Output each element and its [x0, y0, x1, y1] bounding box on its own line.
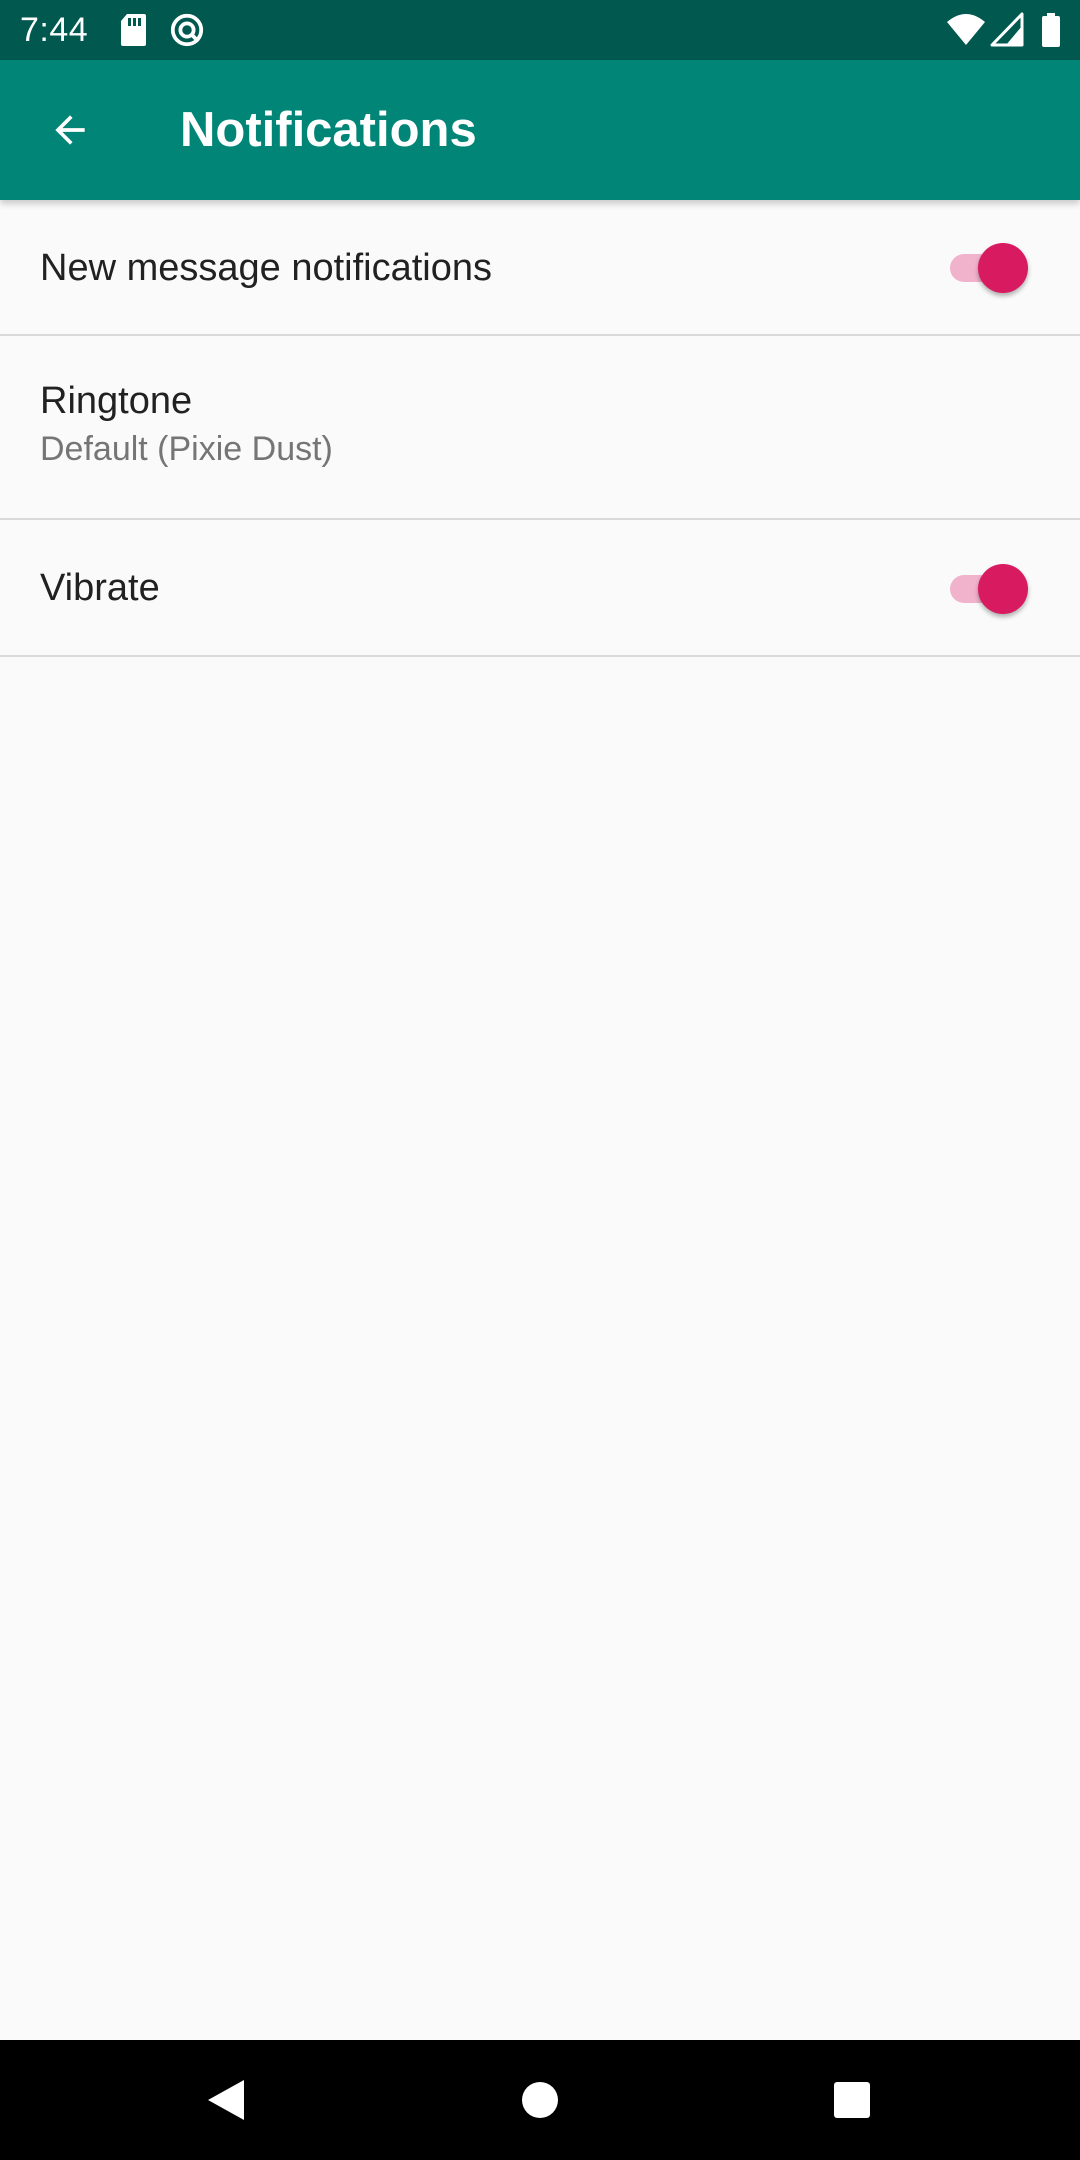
navigation-bar — [0, 2040, 1080, 2160]
wifi-icon — [947, 14, 985, 45]
pref-vibrate[interactable]: Vibrate — [0, 520, 1080, 657]
back-button[interactable] — [30, 90, 110, 170]
page-title: Notifications — [180, 103, 477, 157]
nav-recents-button[interactable] — [822, 2070, 882, 2130]
signal-icon — [990, 12, 1024, 47]
status-time: 7:44 — [20, 11, 89, 49]
pref-new-message-notifications[interactable]: New message notifications — [0, 200, 1080, 336]
new-message-notifications-switch[interactable] — [948, 240, 1032, 296]
settings-list: New message notifications Ringtone Defau… — [0, 200, 1080, 657]
arrow-back-icon — [55, 115, 85, 145]
app-bar: Notifications — [0, 60, 1080, 200]
vibrate-switch[interactable] — [948, 561, 1032, 617]
pref-title: New message notifications — [40, 247, 492, 289]
pref-title: Vibrate — [40, 567, 160, 609]
status-bar: 7:44 — [0, 0, 1080, 60]
pref-title: Ringtone — [40, 380, 193, 422]
nav-home-button[interactable] — [510, 2070, 570, 2130]
switch-thumb — [978, 564, 1028, 614]
battery-icon — [1042, 13, 1060, 47]
nav-recents-icon — [834, 2082, 870, 2118]
switch-thumb — [978, 243, 1028, 293]
pref-ringtone[interactable]: Ringtone Default (Pixie Dust) — [0, 336, 1080, 520]
sd-card-icon — [121, 14, 146, 46]
sync-icon — [170, 13, 204, 47]
nav-home-icon — [522, 2082, 558, 2118]
nav-back-icon — [208, 2080, 244, 2120]
nav-back-button[interactable] — [196, 2070, 256, 2130]
pref-summary: Default (Pixie Dust) — [40, 430, 333, 468]
